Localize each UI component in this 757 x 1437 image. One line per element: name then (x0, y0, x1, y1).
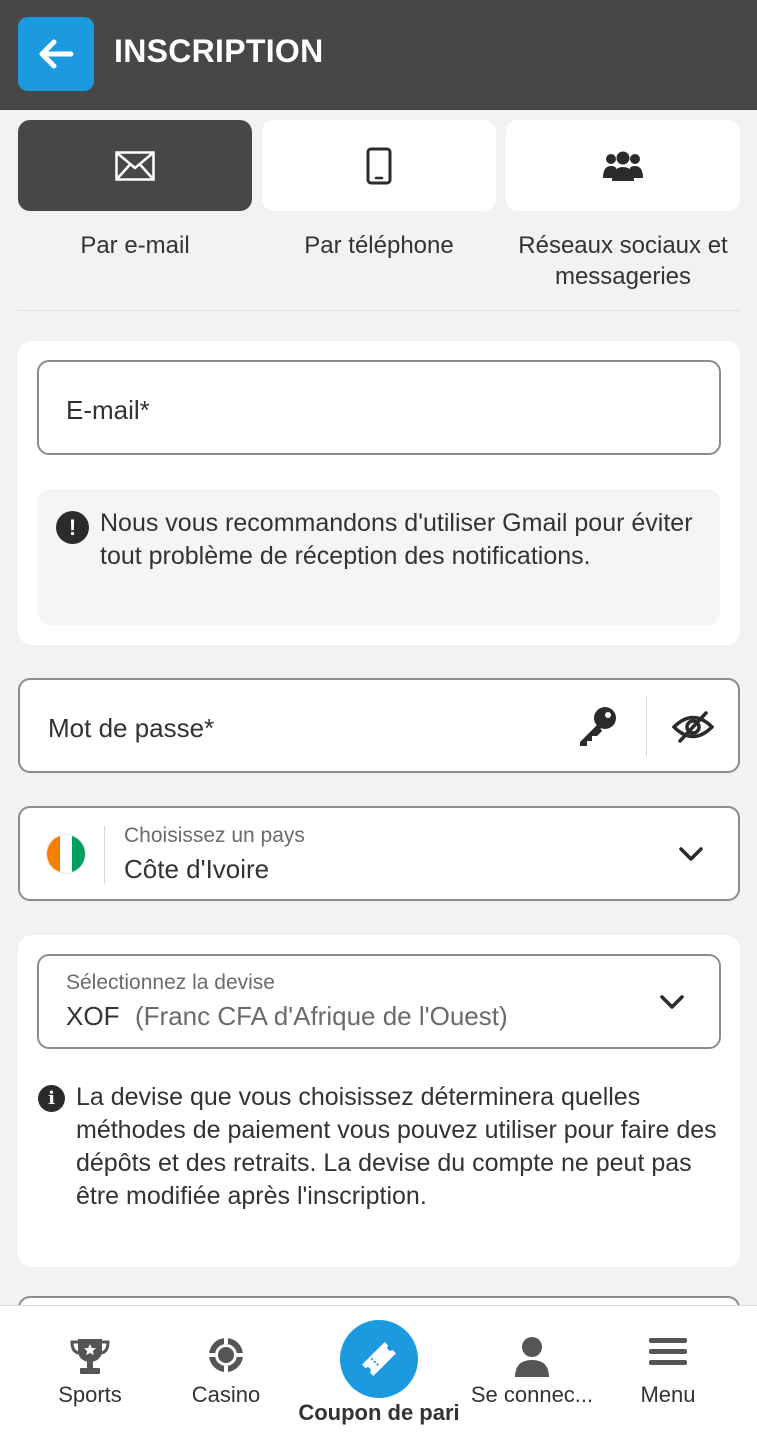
coupon-button[interactable] (340, 1320, 418, 1398)
arrow-left-icon (39, 39, 74, 69)
tab-phone[interactable] (262, 120, 496, 211)
nav-login-label: Se connec... (470, 1382, 594, 1407)
country-value: Côte d'Ivoire (124, 854, 270, 884)
nav-sports-label: Sports (58, 1382, 122, 1407)
country-select[interactable]: Choisissez un pays Côte d'Ivoire (18, 806, 740, 901)
nav-login[interactable]: Se connec... (464, 1306, 600, 1437)
email-placeholder: E-mail* (66, 395, 150, 425)
password-placeholder: Mot de passe* (48, 713, 215, 743)
cote-divoire-flag-icon (46, 834, 86, 874)
email-field[interactable]: E-mail* (37, 360, 721, 455)
tab-social[interactable] (506, 120, 740, 211)
field-divider (646, 696, 647, 756)
envelope-icon (115, 150, 155, 181)
nav-menu[interactable]: Menu (600, 1306, 736, 1437)
hamburger-menu-icon (649, 1336, 687, 1373)
users-group-icon (603, 151, 643, 181)
nav-casino-label: Casino (191, 1382, 261, 1407)
tab-phone-label: Par téléphone (304, 232, 454, 259)
tab-email-label: Par e-mail (80, 232, 190, 259)
nav-sports[interactable]: Sports (22, 1306, 158, 1437)
ticket-icon (362, 1342, 396, 1376)
tab-social-label: Réseaux sociaux et messageries (518, 232, 728, 290)
eye-slash-icon[interactable] (671, 710, 715, 749)
currency-name: (Franc CFA d'Afrique de l'Ouest) (135, 1001, 508, 1031)
field-divider (104, 826, 105, 884)
top-app-bar: INSCRIPTION (0, 0, 757, 110)
casino-chip-icon (207, 1336, 245, 1379)
registration-method-tabs: Par e-mail Par téléphone Réseaux sociaux… (18, 120, 740, 300)
gmail-notice: ! Nous vous recommandons d'utiliser Gmai… (38, 489, 720, 625)
password-field[interactable]: Mot de passe* (18, 678, 740, 773)
currency-info-text: La devise que vous choisissez déterminer… (76, 1083, 717, 1210)
key-icon[interactable] (576, 704, 620, 753)
currency-code: XOF (66, 1001, 120, 1031)
nav-menu-label: Menu (640, 1382, 696, 1407)
page-title: INSCRIPTION (114, 33, 324, 69)
nav-coupon-label: Coupon de pari (298, 1400, 460, 1425)
mobile-phone-icon (366, 147, 392, 184)
currency-card: Sélectionnez la devise XOF (Franc CFA d'… (18, 935, 740, 1267)
currency-select[interactable]: Sélectionnez la devise XOF (Franc CFA d'… (37, 954, 721, 1049)
tab-email[interactable] (18, 120, 252, 211)
trophy-icon (70, 1336, 110, 1381)
back-button[interactable] (18, 17, 94, 91)
country-label: Choisissez un pays (124, 824, 305, 847)
user-icon (514, 1336, 550, 1383)
info-icon: i (38, 1085, 65, 1112)
currency-label: Sélectionnez la devise (66, 971, 275, 994)
chevron-down-icon (659, 994, 685, 1017)
nav-casino[interactable]: Casino (158, 1306, 294, 1437)
email-card: E-mail* ! Nous vous recommandons d'utili… (18, 341, 740, 645)
exclamation-icon: ! (56, 511, 89, 544)
chevron-down-icon (678, 846, 704, 869)
divider (18, 310, 740, 311)
gmail-notice-text: Nous vous recommandons d'utiliser Gmail … (100, 509, 693, 570)
